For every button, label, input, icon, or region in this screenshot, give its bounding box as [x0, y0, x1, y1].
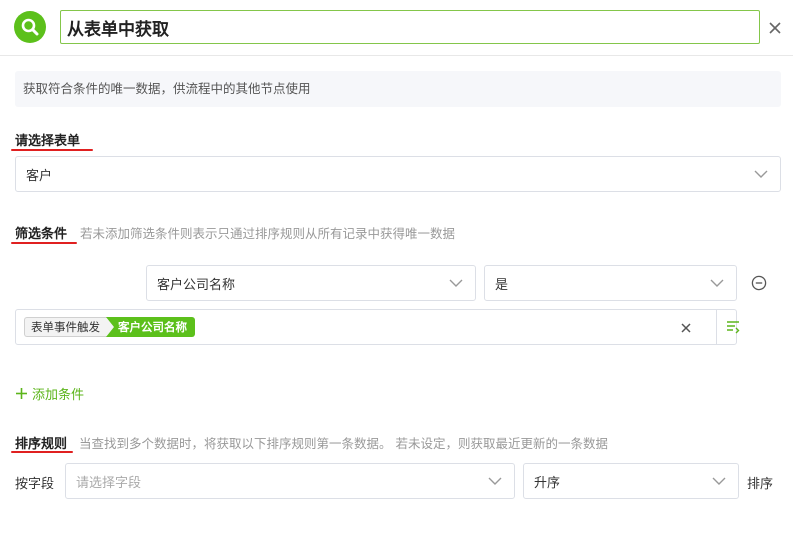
sort-label: 排序: [747, 477, 774, 492]
filter-section-underline: [11, 242, 77, 244]
chevron-down-icon: [710, 279, 724, 287]
sort-order-value: 升序: [534, 475, 561, 491]
search-node-icon: [14, 11, 46, 43]
sort-section-hint: 当查找到多个数据时，将获取以下排序规则第一条数据。 若未设定，则获取最近更新的一…: [79, 436, 608, 451]
chevron-down-icon: [754, 170, 768, 178]
add-condition-label: 添加条件: [32, 387, 85, 403]
condition-field-select[interactable]: 客户公司名称: [146, 265, 476, 301]
node-description: 获取符合条件的唯一数据，供流程中的其他节点使用: [15, 71, 781, 107]
chevron-down-icon: [488, 477, 502, 485]
sort-section-title: 排序规则: [15, 437, 68, 452]
value-tag: 表单事件触发 客户公司名称: [24, 317, 195, 337]
filter-section-hint: 若未添加筛选条件则表示只通过排序规则从所有记录中获得唯一数据: [80, 226, 456, 241]
value-tag-source: 表单事件触发: [24, 317, 114, 337]
clear-icon[interactable]: [679, 320, 693, 334]
form-section-title: 请选择表单: [15, 134, 81, 149]
value-tag-field: 客户公司名称: [106, 317, 195, 337]
condition-operator-select[interactable]: 是: [484, 265, 737, 301]
sort-field-select[interactable]: 请选择字段: [65, 463, 515, 499]
sort-by-field-label: 按字段: [15, 477, 55, 492]
add-condition-button[interactable]: 添加条件: [15, 384, 85, 403]
header-divider: [0, 55, 793, 56]
sort-field-placeholder: 请选择字段: [76, 475, 142, 491]
chevron-down-icon: [449, 279, 463, 287]
filter-section-title: 筛选条件: [15, 227, 68, 242]
remove-condition-icon[interactable]: [751, 275, 767, 291]
get-from-form-panel: 获取符合条件的唯一数据，供流程中的其他节点使用 请选择表单 客户 筛选条件 若未…: [0, 0, 793, 537]
chevron-down-icon: [712, 477, 726, 485]
condition-operator-value: 是: [495, 277, 509, 293]
condition-value-box[interactable]: 表单事件触发 客户公司名称: [15, 309, 740, 345]
sort-section-underline: [11, 451, 73, 453]
form-section-underline: [11, 149, 93, 151]
form-select[interactable]: 客户: [15, 156, 781, 192]
form-select-value: 客户: [26, 168, 53, 184]
value-box-divider: [716, 310, 717, 344]
sort-order-select[interactable]: 升序: [523, 463, 739, 499]
condition-field-value: 客户公司名称: [157, 277, 236, 293]
node-title-input[interactable]: [60, 10, 760, 44]
formula-list-icon[interactable]: [725, 319, 741, 335]
close-icon[interactable]: [767, 20, 783, 36]
plus-icon: [16, 387, 27, 399]
